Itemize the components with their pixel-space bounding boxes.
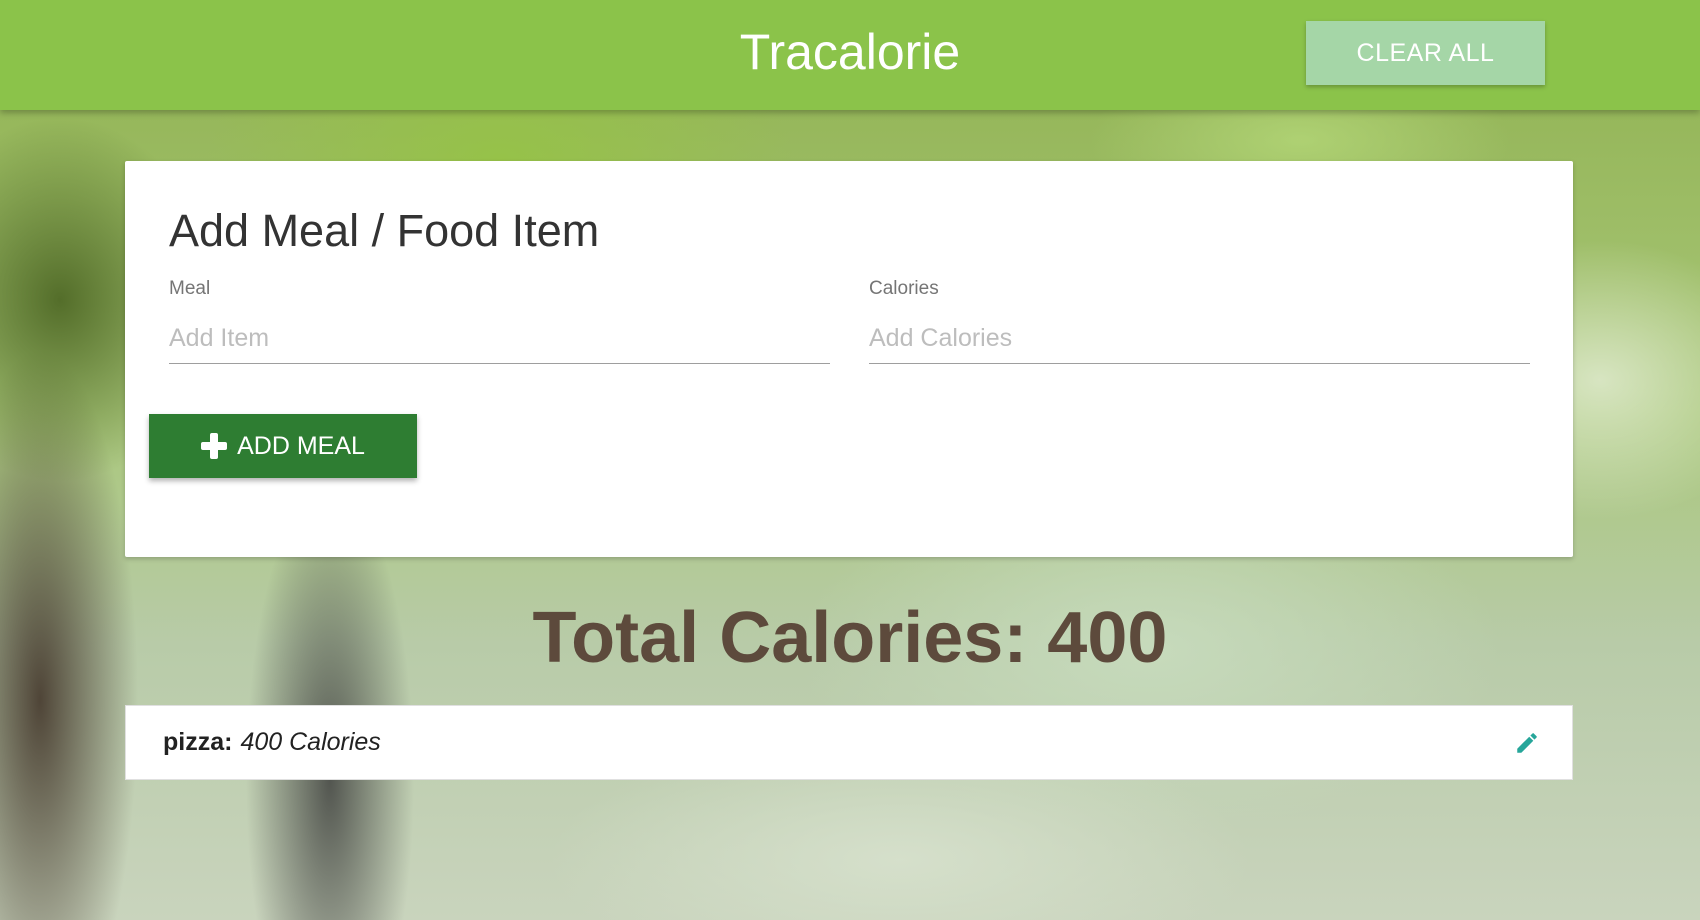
- item-list: pizza: 400 Calories: [125, 705, 1573, 780]
- add-meal-card: Add Meal / Food Item Meal Calories ADD M…: [125, 161, 1573, 557]
- calories-label: Calories: [869, 278, 939, 299]
- total-calories: Total Calories: 400: [532, 598, 1168, 678]
- add-meal-label: ADD MEAL: [237, 431, 365, 460]
- navbar: Tracalorie CLEAR ALL: [0, 0, 1700, 110]
- meal-label: Meal: [169, 278, 211, 299]
- item-calories: 400 Calories: [240, 728, 381, 756]
- plus-icon: [201, 433, 228, 459]
- card-title: Add Meal / Food Item: [169, 205, 600, 256]
- calories-input[interactable]: [869, 314, 1530, 364]
- meal-field-group: Meal: [169, 278, 830, 364]
- add-meal-button[interactable]: ADD MEAL: [149, 414, 417, 478]
- item-name: pizza:: [163, 728, 233, 756]
- clear-all-button[interactable]: CLEAR ALL: [1306, 21, 1545, 85]
- meal-input[interactable]: [169, 314, 830, 364]
- list-item: pizza: 400 Calories: [126, 706, 1572, 779]
- calories-field-group: Calories: [869, 278, 1530, 364]
- pencil-icon[interactable]: [1514, 730, 1540, 756]
